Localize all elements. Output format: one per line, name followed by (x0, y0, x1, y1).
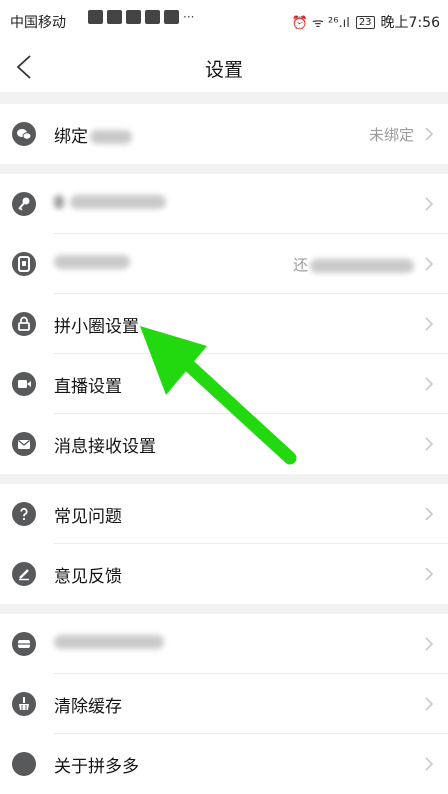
row-label: 常见问题 (54, 507, 122, 527)
row-value: 还 (293, 254, 414, 275)
row-label: 绑定 (54, 122, 132, 147)
settings-row-bind-wechat[interactable]: 绑定 未绑定 (0, 104, 448, 164)
app-notification-icon (126, 10, 141, 24)
phone-card-icon (12, 252, 36, 276)
row-label: 意见反馈 (54, 567, 122, 587)
app-notification-icon (164, 10, 179, 24)
row-label (54, 252, 130, 272)
row-label: 直播设置 (54, 377, 122, 397)
row-label: 清除缓存 (54, 697, 122, 717)
nav-bar: 设置 (0, 42, 448, 92)
chevron-right-icon (425, 437, 434, 451)
settings-row-message[interactable]: 消息接收设置 (0, 414, 448, 474)
row-label: 消息接收设置 (54, 437, 156, 457)
app-notification-icon (88, 10, 103, 24)
chevron-right-icon (425, 567, 434, 581)
settings-group: 清除缓存 关于拼多多 (0, 614, 448, 794)
mail-icon (12, 432, 36, 456)
info-icon (12, 752, 36, 776)
settings-row-clear-cache[interactable]: 清除缓存 (0, 674, 448, 734)
chevron-right-icon (425, 637, 434, 651)
settings-group: 常见问题 意见反馈 (0, 484, 448, 604)
page-title: 设置 (204, 59, 243, 81)
row-value: 未绑定 (368, 126, 414, 144)
status-right: ⏰ ᯤ ²⁶.ıl 23 晚上7:56 (292, 12, 440, 32)
battery-icon: 23 (355, 15, 375, 29)
carrier-label: 中国移动 (10, 15, 66, 31)
key-icon (12, 192, 36, 216)
wechat-icon (12, 122, 36, 146)
row-label (54, 192, 166, 212)
settings-group: 还 拼小圈设置 直播设置 消息接收设置 (0, 174, 448, 474)
settings-row-feedback[interactable]: 意见反馈 (0, 544, 448, 604)
chevron-right-icon (425, 317, 434, 331)
chevron-right-icon (425, 127, 434, 141)
chevron-right-icon (425, 377, 434, 391)
settings-row-faq[interactable]: 常见问题 (0, 484, 448, 544)
settings-group: 绑定 未绑定 (0, 104, 448, 164)
chevron-right-icon (425, 197, 434, 211)
row-label: 拼小圈设置 (54, 317, 139, 337)
settings-row-about[interactable]: 关于拼多多 (0, 734, 448, 794)
row-label (54, 632, 164, 652)
settings-row-password-free[interactable]: 还 (0, 234, 448, 294)
settings-row-live[interactable]: 直播设置 (0, 354, 448, 414)
broom-icon (12, 692, 36, 716)
video-camera-icon (12, 372, 36, 396)
chevron-right-icon (425, 257, 434, 271)
clock: 晚上7:56 (380, 15, 440, 31)
chevron-right-icon (425, 757, 434, 771)
more-notifications-icon: ··· (183, 10, 195, 24)
settings-row-pinxiaoquan[interactable]: 拼小圈设置 (0, 294, 448, 354)
lock-icon (12, 312, 36, 336)
app-notification-icon (145, 10, 160, 24)
chevron-right-icon (425, 697, 434, 711)
alarm-wifi-signal-icons: ⏰ ᯤ ²⁶.ıl (291, 16, 350, 31)
row-label: 关于拼多多 (54, 757, 139, 777)
app-notification-icon (107, 10, 122, 24)
settings-row-payment[interactable] (0, 174, 448, 234)
status-bar: 中国移动 ··· ⏰ ᯤ ²⁶.ıl 23 晚上7:56 (0, 0, 448, 42)
question-icon (12, 502, 36, 526)
edit-pencil-icon (12, 562, 36, 586)
notification-icons: ··· (88, 10, 197, 24)
store-icon (12, 632, 36, 656)
chevron-right-icon (425, 507, 434, 521)
settings-row-blurred[interactable] (0, 614, 448, 674)
